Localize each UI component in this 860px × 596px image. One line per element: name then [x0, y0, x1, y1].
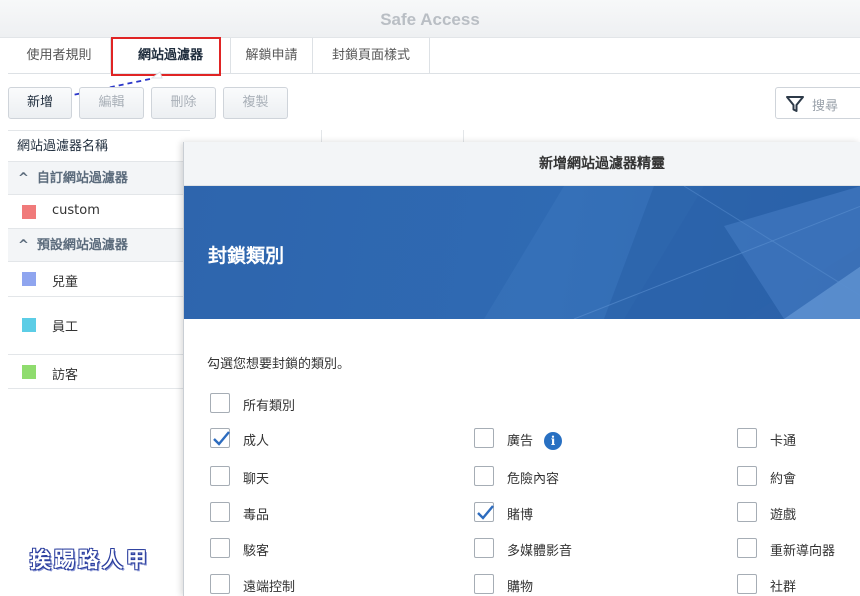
tab-highlight-box — [111, 37, 221, 76]
color-swatch — [22, 205, 36, 219]
list-item[interactable]: 訪客 — [8, 355, 190, 389]
tab-block-page-style[interactable]: 封鎖頁面樣式 — [313, 38, 430, 74]
step-heading: 封鎖類別 — [208, 245, 285, 267]
checkbox[interactable] — [474, 574, 494, 594]
window-title: Safe Access — [380, 10, 480, 29]
filter-name: custom — [52, 203, 100, 218]
category-label: 多媒體影音 — [507, 544, 573, 559]
tab-unlock-requests[interactable]: 解鎖申請 — [231, 38, 313, 74]
search-input[interactable]: 搜尋 — [775, 87, 860, 119]
list-item[interactable]: custom — [8, 195, 190, 229]
category-label: 賭博 — [507, 508, 534, 523]
checkbox[interactable] — [737, 574, 757, 594]
edit-button[interactable]: 編輯 — [79, 87, 144, 119]
category-label: 遊戲 — [770, 508, 797, 523]
tab-user-rules[interactable]: 使用者規則 — [8, 38, 111, 74]
filter-name: 員工 — [52, 320, 79, 335]
checkbox[interactable] — [737, 428, 757, 448]
list-item[interactable]: 員工 — [8, 297, 190, 355]
checkbox[interactable] — [474, 466, 494, 486]
list-header[interactable]: 網站過濾器名稱 — [8, 130, 190, 162]
dialog-title: 新增網站過濾器精靈 — [184, 142, 860, 186]
checkbox[interactable] — [474, 428, 494, 448]
group-custom-filters[interactable]: ^ 自訂網站過濾器 — [8, 162, 190, 195]
list-item[interactable]: 兒童 — [8, 262, 190, 297]
checkbox-label: 所有類別 — [243, 399, 296, 414]
color-swatch — [22, 318, 36, 332]
checkbox-checked[interactable] — [210, 428, 230, 448]
category-label: 卡通 — [770, 434, 797, 449]
title-bar: Safe Access — [0, 0, 860, 38]
category-label: 購物 — [507, 580, 534, 595]
category-label: 遠端控制 — [243, 580, 296, 595]
category-label: 廣告 — [507, 434, 534, 449]
checkbox[interactable] — [737, 538, 757, 558]
checkbox[interactable] — [210, 538, 230, 558]
banner-decoration — [484, 186, 860, 319]
info-icon[interactable]: i — [544, 432, 562, 450]
category-label: 危險內容 — [507, 472, 560, 487]
checkbox[interactable] — [474, 538, 494, 558]
checkbox[interactable] — [210, 502, 230, 522]
copy-button[interactable]: 複製 — [223, 87, 288, 119]
toolbar: 新增 編輯 刪除 複製 搜尋 — [0, 78, 860, 128]
filter-list: 網站過濾器名稱 ^ 自訂網站過濾器 custom ^ 預設網站過濾器 兒童 員工 訪… — [8, 130, 190, 389]
checkbox[interactable] — [210, 574, 230, 594]
color-swatch — [22, 365, 36, 379]
filter-name: 訪客 — [52, 368, 79, 383]
category-label: 駭客 — [243, 544, 270, 559]
funnel-icon — [786, 96, 804, 112]
chevron-up-icon: ^ — [18, 171, 29, 186]
wizard-dialog: 新增網站過濾器精靈 封鎖類別 勾選您想要封鎖的類別。 所有類別 成人聊天毒品駭客… — [183, 142, 860, 596]
checkbox-checked[interactable] — [474, 502, 494, 522]
category-label: 聊天 — [243, 472, 270, 487]
search-placeholder: 搜尋 — [812, 99, 839, 114]
checkbox[interactable] — [737, 466, 757, 486]
add-button[interactable]: 新增 — [8, 87, 72, 119]
group-label: 自訂網站過濾器 — [36, 171, 128, 186]
category-label: 約會 — [770, 472, 797, 487]
color-swatch — [22, 272, 36, 286]
group-default-filters[interactable]: ^ 預設網站過濾器 — [8, 229, 190, 262]
checkbox[interactable] — [210, 466, 230, 486]
category-label: 重新導向器 — [770, 544, 836, 559]
checkbox[interactable] — [210, 393, 230, 413]
filter-name: 兒童 — [52, 275, 79, 290]
chevron-up-icon: ^ — [18, 238, 29, 253]
wizard-banner: 封鎖類別 — [184, 186, 860, 319]
category-label: 毒品 — [243, 508, 270, 523]
checkbox[interactable] — [737, 502, 757, 522]
checkmark-icon — [213, 431, 230, 446]
category-label: 成人 — [243, 434, 270, 449]
instruction-text: 勾選您想要封鎖的類別。 — [207, 357, 351, 372]
watermark-signature: 挨踢路人甲 — [30, 548, 150, 572]
group-label: 預設網站過濾器 — [36, 238, 128, 253]
checkmark-icon — [477, 505, 494, 520]
delete-button[interactable]: 刪除 — [151, 87, 216, 119]
category-label: 社群 — [770, 580, 797, 595]
